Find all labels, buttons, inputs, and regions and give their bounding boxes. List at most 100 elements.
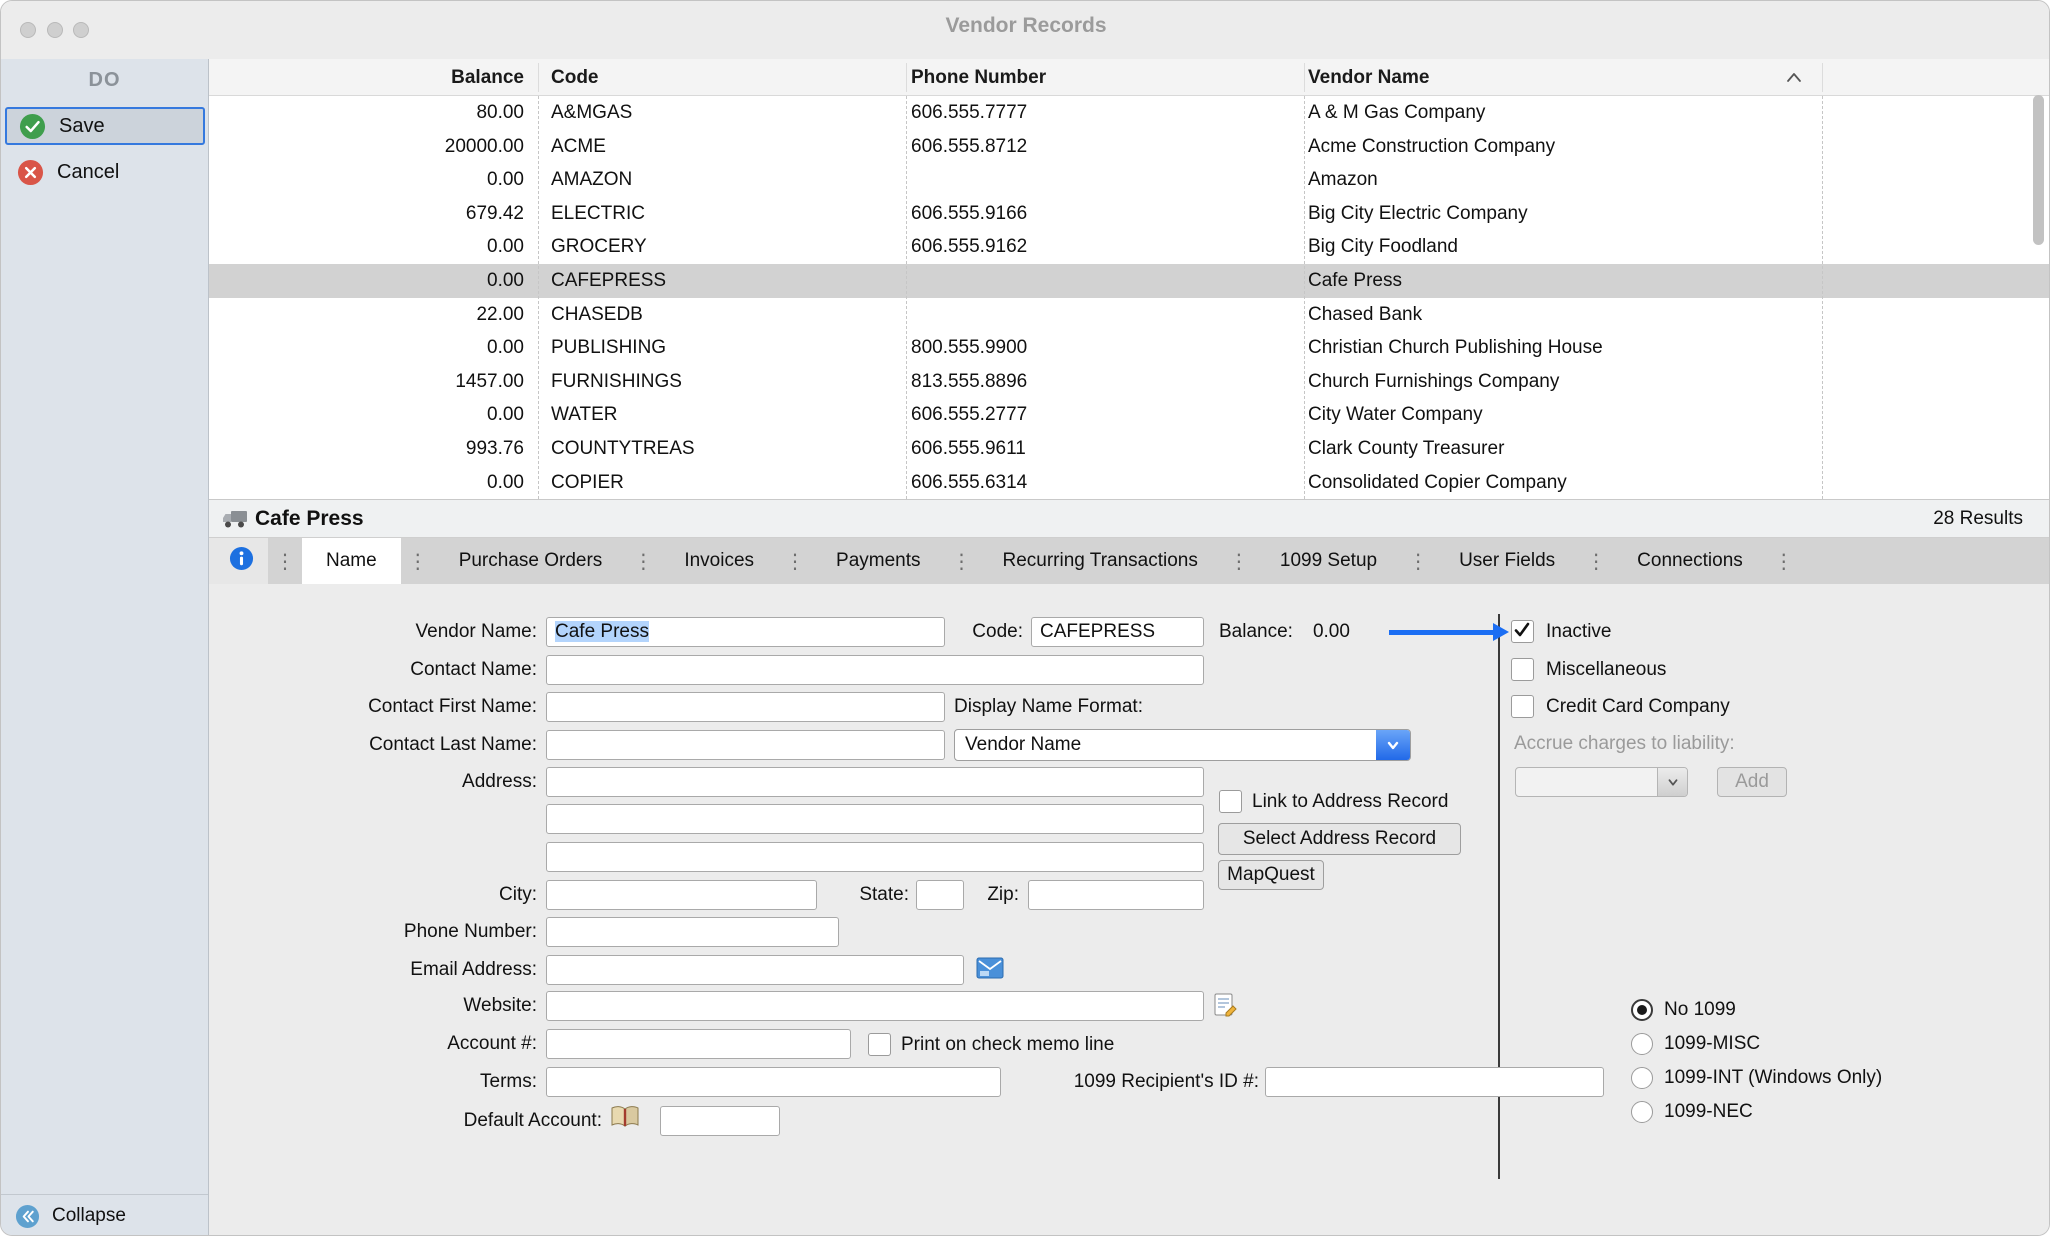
tab-invoices[interactable]: Invoices xyxy=(660,538,778,584)
account-number-label: Account #: xyxy=(209,1029,537,1059)
recipient-id-input[interactable] xyxy=(1265,1067,1604,1097)
address-line2-input[interactable] xyxy=(546,804,1204,834)
tab-payments[interactable]: Payments xyxy=(812,538,944,584)
window-title: Vendor Records xyxy=(1,1,2050,59)
website-icon[interactable] xyxy=(1212,992,1238,1023)
display-name-format-label: Display Name Format: xyxy=(954,692,1143,722)
sort-ascending-icon[interactable] xyxy=(1784,68,1804,94)
tab-name[interactable]: Name xyxy=(302,538,401,584)
state-label: State: xyxy=(829,880,909,910)
terms-input[interactable] xyxy=(546,1067,1001,1097)
tab-separator: ⋮ xyxy=(401,549,435,574)
radio-1099-misc[interactable] xyxy=(1631,1033,1653,1055)
pointer-arrow xyxy=(1389,630,1495,635)
collapse-button[interactable]: Collapse xyxy=(1,1194,208,1236)
cancel-button[interactable]: Cancel xyxy=(5,153,205,191)
tab-separator: ⋮ xyxy=(1579,549,1613,574)
vendor-records-window: Vendor Records DO Save Cancel Collapse B… xyxy=(0,0,2050,1236)
record-tab-bar: ⋮ Name ⋮ Purchase Orders ⋮ Invoices ⋮ Pa… xyxy=(209,538,2050,584)
tab-separator: ⋮ xyxy=(945,549,979,574)
tab-recurring-transactions[interactable]: Recurring Transactions xyxy=(979,538,1222,584)
tab-purchase-orders[interactable]: Purchase Orders xyxy=(435,538,627,584)
print-check-memo-checkbox[interactable] xyxy=(868,1033,891,1056)
do-sidebar: DO Save Cancel Collapse xyxy=(1,59,209,1236)
mapquest-button[interactable]: MapQuest xyxy=(1218,860,1324,890)
link-address-record-checkbox[interactable] xyxy=(1219,790,1242,813)
inactive-checkbox-label: Inactive xyxy=(1546,620,1611,644)
vertical-scrollbar[interactable] xyxy=(2033,95,2044,245)
contact-first-name-input[interactable] xyxy=(546,692,945,722)
inactive-checkbox[interactable] xyxy=(1511,620,1534,643)
info-tab[interactable] xyxy=(209,538,268,584)
column-header-balance[interactable]: Balance xyxy=(209,59,524,96)
vendor-name-label: Vendor Name: xyxy=(209,617,537,647)
column-header-vendor-name[interactable]: Vendor Name xyxy=(1308,59,1429,96)
select-address-record-button[interactable]: Select Address Record xyxy=(1218,823,1461,855)
table-row[interactable]: 993.76COUNTYTREAS606.555.9611Clark Count… xyxy=(209,432,2050,466)
website-input[interactable] xyxy=(546,991,1204,1021)
state-input[interactable] xyxy=(916,880,964,910)
detail-vendor-name: Cafe Press xyxy=(255,507,364,531)
tab-user-fields[interactable]: User Fields xyxy=(1435,538,1579,584)
radio-1099-int[interactable] xyxy=(1631,1067,1653,1089)
vendor-truck-icon xyxy=(221,508,249,535)
zip-input[interactable] xyxy=(1028,880,1204,910)
table-row[interactable]: 22.00CHASEDBChased Bank xyxy=(209,298,2050,332)
table-row[interactable]: 0.00PUBLISHING800.555.9900Christian Chur… xyxy=(209,331,2050,365)
column-header-phone[interactable]: Phone Number xyxy=(911,59,1046,96)
tab-connections[interactable]: Connections xyxy=(1613,538,1767,584)
radio-no-1099[interactable] xyxy=(1631,999,1653,1021)
results-count: 28 Results xyxy=(1933,508,2023,530)
vendor-name-input[interactable]: Cafe Press xyxy=(546,617,945,647)
email-address-input[interactable] xyxy=(546,955,964,985)
accrue-liability-label: Accrue charges to liability: xyxy=(1514,732,1735,756)
table-body: 80.00A&MGAS606.555.7777A & M Gas Company… xyxy=(209,96,2050,499)
city-label: City: xyxy=(209,880,537,910)
tab-separator: ⋮ xyxy=(1401,549,1435,574)
save-button[interactable]: Save xyxy=(5,107,205,145)
contact-last-name-label: Contact Last Name: xyxy=(209,730,537,760)
balance-readout: Balance:0.00 xyxy=(1219,617,1350,647)
phone-number-input[interactable] xyxy=(546,917,839,947)
radio-1099-misc-label: 1099-MISC xyxy=(1664,1033,1760,1055)
table-row[interactable]: 0.00COPIER606.555.6314Consolidated Copie… xyxy=(209,466,2050,499)
contact-name-input[interactable] xyxy=(546,655,1204,685)
save-check-icon xyxy=(19,113,46,140)
table-row[interactable]: 20000.00ACME606.555.8712Acme Constructio… xyxy=(209,130,2050,164)
account-book-icon[interactable] xyxy=(609,1104,641,1135)
table-row[interactable]: 679.42ELECTRIC606.555.9166Big City Elect… xyxy=(209,197,2050,231)
radio-1099-nec[interactable] xyxy=(1631,1101,1653,1123)
default-account-input[interactable] xyxy=(660,1106,780,1136)
tab-separator: ⋮ xyxy=(778,549,812,574)
credit-card-company-checkbox[interactable] xyxy=(1511,695,1534,718)
table-row[interactable]: 80.00A&MGAS606.555.7777A & M Gas Company xyxy=(209,96,2050,130)
account-number-input[interactable] xyxy=(546,1029,851,1059)
address-label: Address: xyxy=(209,767,537,797)
add-liability-button[interactable]: Add xyxy=(1717,767,1787,797)
credit-card-company-checkbox-label: Credit Card Company xyxy=(1546,695,1730,719)
display-name-format-value: Vendor Name xyxy=(965,730,1081,760)
table-row[interactable]: 0.00WATER606.555.2777City Water Company xyxy=(209,398,2050,432)
address-line3-input[interactable] xyxy=(546,842,1204,872)
email-icon[interactable] xyxy=(976,956,1004,985)
collapse-chevrons-icon xyxy=(15,1204,40,1229)
radio-1099-int-label: 1099-INT (Windows Only) xyxy=(1664,1067,1882,1089)
column-header-code[interactable]: Code xyxy=(551,59,599,96)
code-input[interactable] xyxy=(1031,617,1204,647)
contact-last-name-input[interactable] xyxy=(546,730,945,760)
table-row[interactable]: 0.00GROCERY606.555.9162Big City Foodland xyxy=(209,230,2050,264)
table-row[interactable]: 1457.00FURNISHINGS813.555.8896Church Fur… xyxy=(209,365,2050,399)
miscellaneous-checkbox[interactable] xyxy=(1511,658,1534,681)
table-row[interactable]: 0.00AMAZONAmazon xyxy=(209,163,2050,197)
save-label: Save xyxy=(59,115,105,138)
title-bar: Vendor Records xyxy=(1,1,2050,59)
detail-header-bar: Cafe Press 28 Results xyxy=(209,499,2050,538)
tab-separator: ⋮ xyxy=(1222,549,1256,574)
link-address-record-label: Link to Address Record xyxy=(1252,790,1448,814)
address-line1-input[interactable] xyxy=(546,767,1204,797)
city-input[interactable] xyxy=(546,880,817,910)
table-row-selected[interactable]: 0.00CAFEPRESSCafe Press xyxy=(209,264,2050,298)
display-name-format-dropdown[interactable]: Vendor Name xyxy=(954,729,1411,761)
accrue-liability-dropdown[interactable] xyxy=(1515,767,1688,797)
tab-1099-setup[interactable]: 1099 Setup xyxy=(1256,538,1401,584)
